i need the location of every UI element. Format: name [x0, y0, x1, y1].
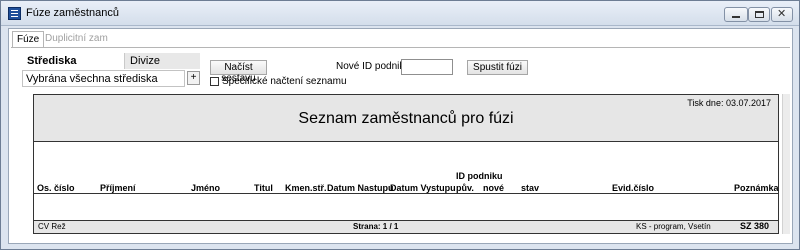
tab-panel: Fúze Duplicitní zam Střediska Divize Vyb… [8, 28, 793, 244]
col-stav: stav [521, 183, 540, 193]
footer-page-number: Strana: 1 / 1 [353, 222, 399, 231]
col-poznamka: Poznámka [734, 183, 779, 193]
close-button[interactable]: ✕ [771, 7, 793, 22]
col-datum-vystupu: Datum Vystupu [390, 183, 456, 193]
minimize-button[interactable] [724, 7, 748, 22]
col-id-podniku: ID podniku [456, 171, 503, 181]
report-footer: CV Rež Strana: 1 / 1 KS - program, Vsetí… [34, 220, 778, 233]
add-selection-button[interactable]: + [187, 71, 200, 85]
tab-fuze[interactable]: Fúze [12, 31, 45, 48]
col-prijmeni: Příjmení [100, 183, 136, 193]
minimize-icon [732, 16, 740, 18]
col-os-cislo: Os. číslo [37, 183, 75, 193]
run-merge-button[interactable]: Spustit fúzi [467, 60, 528, 75]
title-bar[interactable]: Fúze zaměstnanců ✕ [1, 1, 799, 26]
tab-divider [11, 47, 790, 48]
col-kmen-str: Kmen.stř. [285, 183, 327, 193]
print-date: Tisk dne: 03.07.2017 [687, 98, 771, 108]
segment-strediska[interactable]: Střediska [22, 53, 124, 69]
col-jmeno: Jméno [191, 183, 221, 193]
report-title: Seznam zaměstnanců pro fúzi [298, 110, 514, 127]
report-header: Tisk dne: 03.07.2017 Seznam zaměstnanců … [34, 95, 778, 142]
close-icon: ✕ [777, 8, 787, 20]
report-scrollbar[interactable] [782, 94, 790, 234]
selection-field[interactable]: Vybrána všechna střediska [22, 70, 185, 87]
main-window: Fúze zaměstnanců ✕ Fúze Duplicitní zam S… [0, 0, 800, 250]
tab-duplicitni-zam[interactable]: Duplicitní zam [41, 31, 112, 48]
specific-load-checkbox[interactable] [210, 77, 219, 86]
maximize-icon [755, 11, 764, 18]
segment-divize[interactable]: Divize [124, 53, 200, 69]
load-report-button[interactable]: Načíst sestavu [210, 60, 267, 84]
specific-load-label: Specifické načtení seznamu [222, 76, 347, 87]
col-id-puv: pův. [456, 183, 474, 193]
footer-author: CV Rež [38, 222, 66, 231]
col-id-nove: nové [483, 183, 505, 193]
new-id-input[interactable] [401, 59, 453, 75]
footer-company: KS - program, Vsetín [636, 222, 711, 231]
col-titul: Titul [254, 183, 273, 193]
footer-report-code: SZ 380 [740, 221, 770, 231]
maximize-button[interactable] [748, 7, 770, 22]
scope-selector: Střediska Divize Vybrána všechna středis… [22, 53, 200, 88]
window-title: Fúze zaměstnanců [26, 7, 119, 19]
column-header-rule [34, 193, 778, 194]
col-datum-nastupu: Datum Nastupu [327, 183, 394, 193]
table-icon [8, 7, 21, 20]
report-preview: Tisk dne: 03.07.2017 Seznam zaměstnanců … [33, 94, 779, 234]
col-evid-cislo: Evid.číslo [612, 183, 655, 193]
